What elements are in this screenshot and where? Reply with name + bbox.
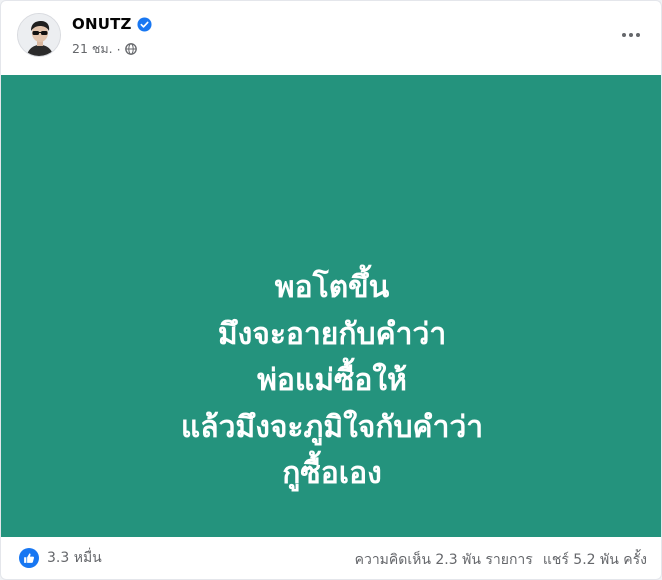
post-meta: 21 ชม. · (72, 39, 137, 59)
post-image-text: พอโตขึ้น มึงจะอายกับคำว่า พ่อแม่ซื้อให้ … (1, 265, 661, 498)
more-dot (629, 33, 633, 37)
more-horizontal-icon (622, 33, 626, 37)
reaction-count: 3.3 หมื่น (47, 550, 102, 566)
post-footer: 3.3 หมื่น ความคิดเห็น 2.3 พัน รายการ แชร… (1, 537, 661, 579)
post-text-line: กูซื้อเอง (282, 456, 382, 491)
post-text-line: มึงจะอายกับคำว่า (217, 316, 447, 352)
comments-count-link[interactable]: ความคิดเห็น 2.3 พัน รายการ (355, 549, 533, 571)
meta-separator: · (116, 41, 121, 57)
verified-badge-icon (137, 16, 152, 32)
post-image[interactable]: พอโตขึ้น มึงจะอายกับคำว่า พ่อแม่ซื้อให้ … (1, 75, 661, 537)
more-dot (636, 33, 640, 37)
shares-count-link[interactable]: แชร์ 5.2 พัน ครั้ง (543, 549, 647, 571)
more-options-button[interactable] (613, 20, 649, 50)
post-card: ONUTZ 21 ชม. · พอโตขึ้น มึงจะอายกับคำว่า… (0, 0, 662, 580)
post-text-line: แล้วมึงจะภูมิใจกับคำว่า (180, 409, 484, 445)
author-avatar[interactable] (17, 13, 61, 57)
author-name[interactable]: ONUTZ (72, 15, 132, 33)
post-text-line: พอโตขึ้น (274, 270, 390, 305)
author-row: ONUTZ (72, 15, 152, 33)
post-text-line: พ่อแม่ซื้อให้ (257, 363, 407, 398)
like-icon (19, 548, 39, 568)
engagement-stats: ความคิดเห็น 2.3 พัน รายการ แชร์ 5.2 พัน … (355, 549, 647, 571)
avatar-image (18, 14, 60, 56)
reactions-summary[interactable]: 3.3 หมื่น (19, 547, 102, 569)
post-header: ONUTZ 21 ชม. · (1, 1, 661, 75)
globe-icon[interactable] (124, 43, 137, 55)
post-timestamp[interactable]: 21 ชม. (72, 39, 113, 59)
